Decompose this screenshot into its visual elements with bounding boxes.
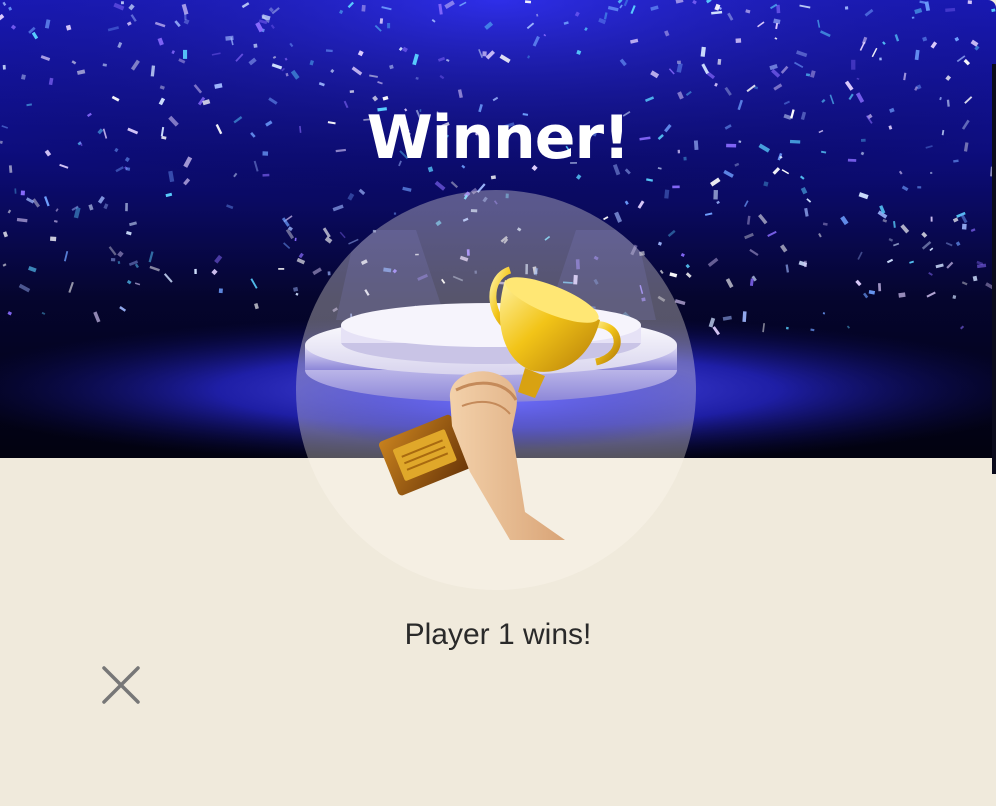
confetti-piece xyxy=(672,185,680,189)
confetti-piece xyxy=(183,49,188,59)
close-icon[interactable] xyxy=(96,660,146,710)
confetti-piece xyxy=(194,268,197,275)
confetti-piece xyxy=(361,4,366,12)
confetti-piece xyxy=(911,16,915,19)
winner-dialog: Winner! Player 1 wins! xyxy=(0,0,996,806)
confetti-piece xyxy=(125,202,128,212)
confetti-piece xyxy=(482,51,487,57)
confetti-piece xyxy=(387,23,391,29)
confetti-piece xyxy=(717,58,722,65)
winner-message: Player 1 wins! xyxy=(404,618,592,651)
confetti-piece xyxy=(327,271,331,276)
confetti-piece xyxy=(898,292,906,298)
confetti-piece xyxy=(50,236,57,242)
confetti-piece xyxy=(917,186,922,189)
confetti-piece xyxy=(844,6,849,10)
confetti-piece xyxy=(742,311,747,322)
confetti-piece xyxy=(379,18,384,24)
confetti-piece xyxy=(851,59,856,70)
confetti-piece xyxy=(776,4,781,14)
confetti-piece xyxy=(121,1,124,5)
trophy-in-hand-icon xyxy=(378,266,621,540)
confetti-piece xyxy=(878,283,882,292)
confetti-piece xyxy=(184,13,187,20)
confetti-piece xyxy=(803,260,808,268)
confetti-piece xyxy=(735,38,742,43)
close-button[interactable] xyxy=(96,660,146,710)
confetti-piece xyxy=(393,212,397,215)
confetti-piece xyxy=(713,189,718,200)
confetti-piece xyxy=(253,43,258,48)
winner-title: Winner! xyxy=(366,103,631,173)
confetti-piece xyxy=(879,57,882,61)
confetti-piece xyxy=(218,288,223,294)
confetti-piece xyxy=(524,0,532,4)
confetti-piece xyxy=(349,90,355,94)
confetti-piece xyxy=(961,223,967,230)
confetti-piece xyxy=(930,216,933,222)
confetti-piece xyxy=(278,268,285,270)
confetti-piece xyxy=(20,190,26,196)
confetti-piece xyxy=(14,188,17,194)
confetti-piece xyxy=(2,64,6,70)
confetti-piece xyxy=(967,0,972,5)
confetti-piece xyxy=(785,326,789,330)
confetti-piece xyxy=(677,60,681,64)
confetti-piece xyxy=(110,258,116,262)
